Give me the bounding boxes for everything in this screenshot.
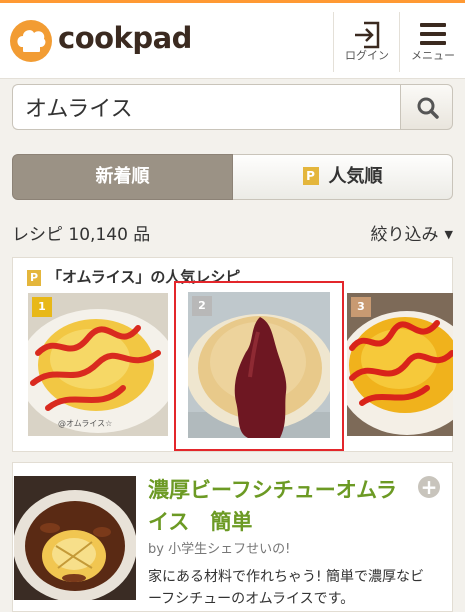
search-bar — [12, 84, 453, 132]
result-count: レシピ 10,140 品 — [12, 225, 151, 245]
rank-3-badge: 3 — [351, 297, 371, 317]
filter-dropdown[interactable]: 絞り込み ▼ — [371, 220, 453, 245]
menu-label: メニュー — [411, 49, 455, 62]
sort-tabs: 新着順 P 人気順 — [12, 154, 453, 200]
search-input[interactable] — [12, 84, 400, 130]
recipe-author[interactable]: by 小学生シェフせいの! — [148, 538, 290, 557]
recipe-title[interactable]: 濃厚ビーフシチューオムライス 簡単 — [148, 474, 408, 538]
beef-stew-omurice-photo — [14, 476, 136, 600]
popular-recipe-thumb-1[interactable]: @オムライス☆ 1 — [28, 293, 168, 436]
search-icon — [417, 97, 439, 119]
filter-label: 絞り込み — [370, 225, 439, 245]
premium-badge-icon: P — [27, 270, 41, 286]
popular-recipe-thumb-3[interactable]: 3 — [347, 293, 453, 436]
header: cookpad ログイン メニュー — [0, 0, 465, 79]
cookpad-logo-icon[interactable] — [10, 20, 52, 62]
recipe-thumbnail[interactable] — [14, 476, 136, 600]
tab-popular[interactable]: P 人気順 — [233, 154, 453, 200]
caret-down-icon: ▼ — [444, 228, 453, 241]
tab-newest[interactable]: 新着順 — [12, 154, 233, 200]
hamburger-menu-icon — [420, 23, 446, 45]
selection-highlight — [174, 281, 344, 451]
login-button[interactable]: ログイン — [333, 12, 400, 72]
premium-badge-icon: P — [302, 167, 319, 185]
header-accent-line — [0, 0, 465, 3]
rank-1-badge: 1 — [32, 297, 52, 317]
tab-popular-label: 人気順 — [328, 166, 383, 187]
add-to-folder-icon[interactable]: + — [418, 476, 440, 498]
login-label: ログイン — [345, 49, 389, 62]
tab-newest-label: 新着順 — [95, 166, 150, 187]
photo-watermark: @オムライス☆ — [58, 419, 112, 428]
login-icon — [355, 21, 380, 49]
search-button[interactable] — [400, 84, 453, 130]
recipe-description: 家にある材料で作れちゃう! 簡単で濃厚なビーフシチューのオムライスです。 — [148, 569, 425, 607]
menu-button[interactable]: メニュー — [399, 12, 465, 72]
logo-text[interactable]: cookpad — [58, 21, 192, 55]
